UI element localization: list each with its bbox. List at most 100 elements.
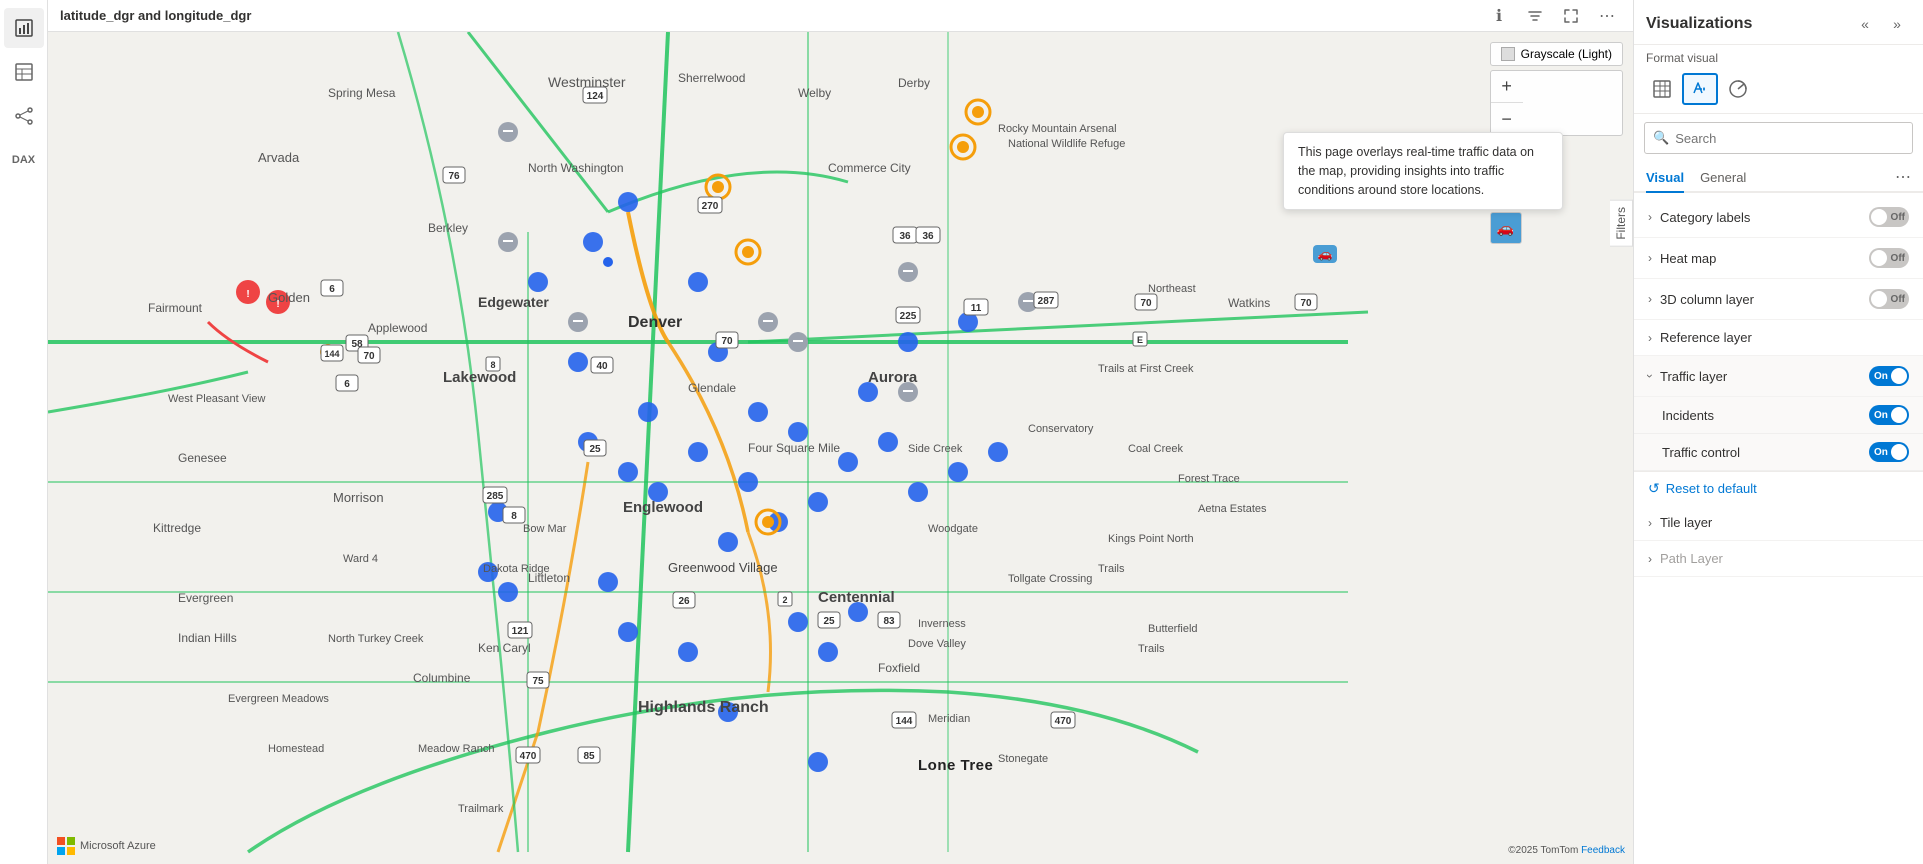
chevron-category-labels-icon: › xyxy=(1648,210,1652,224)
traffic-layer-label: Traffic layer xyxy=(1660,369,1727,384)
settings-item-heat-map[interactable]: › Heat map Off xyxy=(1634,238,1923,279)
svg-text:76: 76 xyxy=(448,171,460,182)
format-visual-label: Format visual xyxy=(1634,45,1923,69)
svg-text:Applewood: Applewood xyxy=(368,321,427,335)
settings-item-3d-column[interactable]: › 3D column layer Off xyxy=(1634,279,1923,320)
svg-text:Commerce City: Commerce City xyxy=(828,161,911,175)
model-nav-icon[interactable] xyxy=(4,96,44,136)
svg-text:Bow Mar: Bow Mar xyxy=(523,523,567,535)
svg-text:Denver: Denver xyxy=(628,314,682,331)
svg-text:144: 144 xyxy=(896,716,913,727)
filters-tab[interactable]: Filters xyxy=(1610,200,1633,247)
map-style-badge[interactable]: Grayscale (Light) xyxy=(1490,42,1623,66)
visualizations-panel: Visualizations « » Format visual xyxy=(1633,0,1923,864)
svg-text:Trails: Trails xyxy=(1098,563,1125,575)
svg-text:Fairmount: Fairmount xyxy=(148,301,203,315)
reference-layer-label: Reference layer xyxy=(1660,330,1752,345)
svg-text:Northeast: Northeast xyxy=(1148,283,1196,295)
svg-text:Evergreen: Evergreen xyxy=(178,591,233,605)
reset-icon: ↺ xyxy=(1648,480,1660,497)
title-actions: ℹ ⋯ xyxy=(1485,2,1621,30)
svg-text:Kittredge: Kittredge xyxy=(153,521,201,535)
svg-text:83: 83 xyxy=(883,616,895,627)
svg-text:Welby: Welby xyxy=(798,86,831,100)
tooltip-text: This page overlays real-time traffic dat… xyxy=(1298,145,1534,197)
traffic-layer-toggle[interactable]: On xyxy=(1869,366,1909,386)
traffic-control-toggle[interactable]: On xyxy=(1869,442,1909,462)
svg-text:West Pleasant View: West Pleasant View xyxy=(168,393,265,405)
more-options-button[interactable]: ⋯ xyxy=(1593,2,1621,30)
tab-visual[interactable]: Visual xyxy=(1646,162,1684,193)
3d-column-toggle[interactable]: Off xyxy=(1869,289,1909,309)
table-nav-icon[interactable] xyxy=(4,52,44,92)
svg-text:Ward 4: Ward 4 xyxy=(343,553,378,565)
main-content: latitude_dgr and longitude_dgr ℹ ⋯ xyxy=(48,0,1633,864)
analytics-format-button[interactable] xyxy=(1720,73,1756,105)
svg-text:Aurora: Aurora xyxy=(868,369,918,386)
svg-text:270: 270 xyxy=(702,201,719,212)
svg-text:Dove Valley: Dove Valley xyxy=(908,638,966,650)
chevron-tile-layer-icon: › xyxy=(1648,516,1652,530)
svg-text:Stonegate: Stonegate xyxy=(998,753,1048,765)
svg-text:287: 287 xyxy=(1038,296,1055,307)
svg-text:Englewood: Englewood xyxy=(623,499,703,516)
search-box[interactable]: 🔍 xyxy=(1644,122,1913,154)
traffic-incidents-item[interactable]: Incidents On xyxy=(1634,397,1923,434)
path-layer-label: Path Layer xyxy=(1660,551,1723,566)
svg-text:Side Creek: Side Creek xyxy=(908,443,963,455)
collapse-panel-button[interactable]: « xyxy=(1851,10,1879,38)
svg-text:Meadow Ranch: Meadow Ranch xyxy=(418,743,494,755)
dax-nav-icon[interactable]: DAX xyxy=(4,140,44,180)
settings-item-path-layer[interactable]: › Path Layer xyxy=(1634,541,1923,577)
chevron-heat-map-icon: › xyxy=(1648,251,1652,265)
heat-map-toggle[interactable]: Off xyxy=(1869,248,1909,268)
svg-text:225: 225 xyxy=(900,311,917,322)
svg-text:Genesee: Genesee xyxy=(178,451,227,465)
car-mode-button[interactable]: 🚗 xyxy=(1490,212,1522,244)
svg-text:121: 121 xyxy=(512,626,529,637)
svg-text:40: 40 xyxy=(596,361,608,372)
grayscale-icon xyxy=(1501,47,1515,61)
svg-text:470: 470 xyxy=(1055,716,1072,727)
svg-text:124: 124 xyxy=(587,91,604,102)
svg-text:36: 36 xyxy=(899,231,911,242)
expand-button[interactable] xyxy=(1557,2,1585,30)
grid-format-button[interactable] xyxy=(1644,73,1680,105)
map-container[interactable]: ! ! Arvada Spring Mesa Fairmount Golden … xyxy=(48,32,1633,864)
svg-text:26: 26 xyxy=(678,596,690,607)
reset-default-button[interactable]: ↺ Reset to default xyxy=(1634,472,1923,505)
settings-item-category-labels[interactable]: › Category labels Off xyxy=(1634,197,1923,238)
category-labels-toggle[interactable]: Off xyxy=(1869,207,1909,227)
feedback-link[interactable]: Feedback xyxy=(1581,845,1625,856)
settings-item-reference-layer[interactable]: › Reference layer xyxy=(1634,320,1923,356)
paint-format-button[interactable] xyxy=(1682,73,1718,105)
filter-button[interactable] xyxy=(1521,2,1549,30)
zoom-out-button[interactable]: − xyxy=(1491,103,1523,135)
traffic-control-item[interactable]: Traffic control On xyxy=(1634,434,1923,471)
settings-item-traffic-layer[interactable]: › Traffic layer On xyxy=(1634,356,1923,397)
zoom-in-button[interactable]: + xyxy=(1491,71,1523,103)
svg-text:Rocky Mountain Arsenal: Rocky Mountain Arsenal xyxy=(998,123,1117,135)
expand-panel-button[interactable]: » xyxy=(1883,10,1911,38)
search-input[interactable] xyxy=(1675,131,1904,146)
svg-text:36: 36 xyxy=(922,231,934,242)
tomtom-credit: ©2025 TomTom Feedback xyxy=(1508,845,1625,856)
report-nav-icon[interactable] xyxy=(4,8,44,48)
svg-text:Butterfield: Butterfield xyxy=(1148,623,1198,635)
svg-text:285: 285 xyxy=(487,491,504,502)
info-button[interactable]: ℹ xyxy=(1485,2,1513,30)
settings-item-tile-layer[interactable]: › Tile layer xyxy=(1634,505,1923,541)
chevron-path-layer-icon: › xyxy=(1648,552,1652,566)
svg-text:Inverness: Inverness xyxy=(918,618,966,630)
svg-text:Kings Point North: Kings Point North xyxy=(1108,533,1194,545)
svg-text:470: 470 xyxy=(520,751,537,762)
left-sidebar: DAX xyxy=(0,0,48,864)
svg-text:70: 70 xyxy=(721,336,733,347)
tab-general[interactable]: General xyxy=(1700,162,1746,193)
svg-text:85: 85 xyxy=(583,751,595,762)
tab-more-button[interactable]: ⋯ xyxy=(1895,167,1911,187)
svg-text:Homestead: Homestead xyxy=(268,743,324,755)
svg-text:Littleton: Littleton xyxy=(528,571,570,585)
svg-text:Edgewater: Edgewater xyxy=(478,294,549,310)
incidents-toggle[interactable]: On xyxy=(1869,405,1909,425)
